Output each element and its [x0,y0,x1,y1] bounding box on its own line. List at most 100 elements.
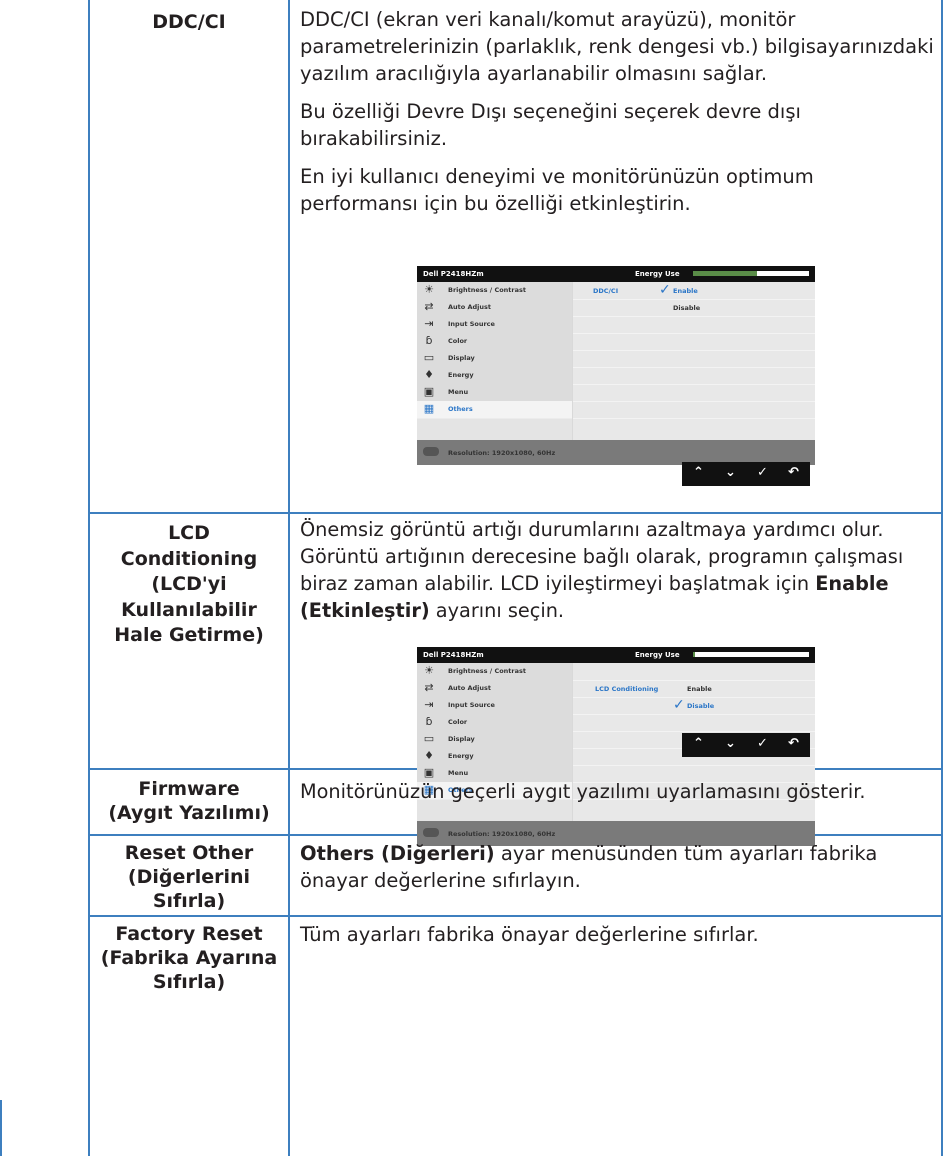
input-source-icon: ⇥ [424,317,434,330]
down-icon[interactable]: ⌄ [725,736,736,751]
text: ayarını seçin. [429,599,565,622]
submenu-option-selected[interactable]: Disable [687,702,714,710]
paragraph: Monitörünüzün geçerli aygıt yazılımı uya… [300,780,866,803]
energy-icon: ♦ [424,368,434,381]
osd-menu-label: Display [448,735,475,743]
resolution-text: Resolution: 1920x1080, 60Hz [448,830,556,838]
osd-navigation-bar: ⌃ ⌄ ✓ ↶ [682,733,810,757]
submenu-option[interactable]: Disable [673,304,700,312]
up-icon[interactable]: ⌃ [693,736,704,751]
energy-use-fill [693,271,757,276]
osd-menu-label: Energy [448,371,474,379]
osd-menu-item[interactable]: ▭ Display [417,350,572,368]
energy-use-label: Energy Use [635,270,680,278]
sun-icon: ☀ [424,664,434,677]
back-icon[interactable]: ↶ [788,465,799,480]
osd-menu-item[interactable]: ɓ Color [417,333,572,351]
name-line: (LCD'yi [151,573,227,595]
energy-use-bar [693,271,809,276]
name-line: Reset Other [124,842,254,864]
name-line: Sıfırla) [152,971,226,993]
down-icon[interactable]: ⌄ [725,465,736,480]
paragraph: En iyi kullanıcı deneyimi ve monitörünüz… [300,165,814,215]
setting-name-lcd-conditioning: LCD Conditioning (LCD'yi Kullanılabilir … [90,521,288,649]
osd-menu-label: Color [448,337,468,345]
page-left-border [0,1100,2,1156]
name-line: (Diğerlerini [127,866,251,888]
name-line: Hale Getirme) [114,624,264,646]
osd-menu-item[interactable]: ☀ Brightness / Contrast [417,282,572,300]
osd-menu-item[interactable]: ♦ Energy [417,367,572,385]
name-line: LCD [168,522,210,544]
name-line: (Aygıt Yazılımı) [108,802,270,824]
auto-adjust-icon: ⇄ [424,300,434,313]
resolution-icon [423,447,439,456]
osd-menu-item[interactable]: ▭ Display [417,731,572,749]
osd-menu-label: Brightness / Contrast [448,667,526,675]
setting-name-factory-reset: Factory Reset (Fabrika Ayarına Sıfırla) [90,922,288,994]
osd-header: Dell P2418HZm Energy Use [417,647,815,663]
osd-menu-item-selected[interactable]: ▦ Others [417,401,572,419]
osd-submenu: DDC/CI ✓ Enable Disable [573,282,815,440]
resolution-text: Resolution: 1920x1080, 60Hz [448,449,556,457]
monitor-model: Dell P2418HZm [423,270,484,278]
osd-menu-label: Auto Adjust [448,684,492,692]
osd-menu-item[interactable]: ▣ Menu [417,384,572,402]
osd-menu-item[interactable]: ♦ Energy [417,748,572,766]
osd-menu-item[interactable]: ⇥ Input Source [417,697,572,715]
setting-name-firmware: Firmware (Aygıt Yazılımı) [90,777,288,825]
setting-description-reset-other: Others (Diğerleri) ayar menüsünden tüm a… [300,840,936,905]
back-icon[interactable]: ↶ [788,736,799,751]
energy-icon: ♦ [424,749,434,762]
up-icon[interactable]: ⌃ [693,465,704,480]
osd-menu-item[interactable]: ⇄ Auto Adjust [417,680,572,698]
energy-use-fill [693,652,696,657]
osd-header: Dell P2418HZm Energy Use [417,266,815,282]
osd-menu-item[interactable]: ɓ Color [417,714,572,732]
check-icon: ✓ [673,697,685,713]
osd-menu-label: Others [448,405,473,413]
text-bold: Others (Diğerleri) [300,842,495,865]
name-line: Factory Reset [115,923,263,945]
osd-menu-ddcci: Dell P2418HZm Energy Use ☀ Brightness / C… [417,266,815,465]
setting-name-ddcci: DDC/CI [90,10,288,34]
name-line: Conditioning [120,547,258,570]
menu-icon: ▣ [423,385,435,398]
text: Önemsiz görüntü artığı durumlarını azalt… [300,518,904,595]
color-icon: ɓ [425,715,433,728]
osd-menu-item[interactable]: ⇄ Auto Adjust [417,299,572,317]
name-line: Firmware [138,778,240,800]
color-icon: ɓ [425,334,433,347]
osd-menu-item[interactable]: ⇥ Input Source [417,316,572,334]
setting-description-factory-reset: Tüm ayarları fabrika önayar değerlerine … [300,921,936,959]
submenu-option[interactable]: Enable [687,685,712,693]
check-icon[interactable]: ✓ [757,465,768,480]
check-icon[interactable]: ✓ [757,736,768,751]
resolution-icon [423,828,439,837]
osd-menu-label: Brightness / Contrast [448,286,526,294]
submenu-setting-name: DDC/CI [593,287,619,295]
sun-icon: ☀ [424,283,434,296]
auto-adjust-icon: ⇄ [424,681,434,694]
osd-menu-label: Auto Adjust [448,303,492,311]
display-icon: ▭ [423,732,435,745]
setting-name: DDC/CI [152,11,226,33]
osd-navigation-bar: ⌃ ⌄ ✓ ↶ [682,462,810,486]
submenu-option-selected[interactable]: Enable [673,287,698,295]
osd-menu-label: Display [448,354,475,362]
osd-menu-label: Color [448,718,468,726]
energy-use-bar [693,652,809,657]
setting-description-firmware: Monitörünüzün geçerli aygıt yazılımı uya… [300,778,942,816]
name-line: (Fabrika Ayarına [100,947,278,969]
paragraph: Tüm ayarları fabrika önayar değerlerine … [300,923,759,946]
row-divider [88,512,943,514]
setting-name-reset-other: Reset Other (Diğerlerini Sıfırla) [90,841,288,913]
osd-menu-item[interactable]: ☀ Brightness / Contrast [417,663,572,681]
osd-menu-label: Input Source [448,320,495,328]
check-icon: ✓ [659,282,671,298]
osd-menu-label: Menu [448,388,469,396]
monitor-model: Dell P2418HZm [423,651,484,659]
osd-menu-label: Menu [448,769,469,777]
others-icon: ▦ [423,402,435,415]
osd-main-menu: ☀ Brightness / Contrast ⇄ Auto Adjust ⇥ Inp… [417,282,572,440]
